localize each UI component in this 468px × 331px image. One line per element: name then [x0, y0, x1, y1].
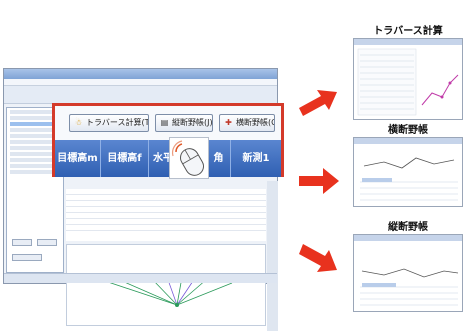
app-menubar[interactable]	[4, 79, 277, 86]
callout-button-row: ☃ トラバース計算(T) ▤ 縦断野帳(J) ✚ 横断野帳(O)	[61, 114, 275, 132]
traverse-calc-label: トラバース計算(T)	[86, 118, 149, 127]
app-titlebar	[4, 69, 277, 79]
traverse-calc-button[interactable]: ☃ トラバース計算(T)	[69, 114, 149, 132]
panel-title: 縦断野帳	[388, 222, 428, 233]
cross-icon: ✚	[225, 118, 232, 127]
traverse-result-panel: トラバース計算	[353, 26, 463, 120]
mouse-icon	[171, 140, 204, 176]
longitudinal-field-book-label: 縦断野帳(J)	[172, 118, 213, 127]
traverse-graph	[66, 244, 266, 326]
column-header[interactable]: 新測1	[231, 140, 281, 177]
chart-icon: ▤	[160, 118, 169, 127]
left-panel-button[interactable]	[37, 239, 57, 246]
app-toolbar[interactable]	[4, 86, 277, 104]
cross-section-field-book-label: 横断野帳(O)	[236, 118, 274, 127]
left-panel-button[interactable]	[12, 239, 32, 246]
panel-title: トラバース計算	[373, 26, 443, 37]
toolbar-zoom-callout: ☃ トラバース計算(T) ▤ 縦断野帳(J) ✚ 横断野帳(O) 目標高m 目標…	[52, 103, 284, 177]
cross-section-result-panel: 横断野帳	[353, 125, 463, 207]
data-grid[interactable]	[66, 189, 266, 241]
arrow-to-longitudinal-icon	[299, 244, 337, 272]
traverse-thumbnail-graphic	[357, 48, 459, 116]
table-row[interactable]	[66, 225, 266, 231]
cross-section-result-thumbnail	[353, 137, 463, 207]
panel-title: 横断野帳	[388, 125, 428, 136]
status-bar	[4, 273, 277, 283]
traverse-lines-graphic	[86, 274, 233, 307]
bell-icon: ☃	[74, 118, 83, 127]
traverse-result-thumbnail	[353, 38, 463, 120]
column-header[interactable]: 目標高m	[55, 140, 101, 177]
column-header-row: 目標高m 目標高f 水平 角 新測1	[55, 140, 281, 177]
column-header[interactable]: 目標高f	[101, 140, 149, 177]
right-tool-strip[interactable]	[267, 181, 278, 331]
column-header[interactable]: 角	[207, 140, 231, 177]
longitudinal-result-thumbnail	[353, 234, 463, 312]
cross-section-field-book-button[interactable]: ✚ 横断野帳(O)	[219, 114, 275, 132]
longitudinal-result-panel: 縦断野帳	[353, 222, 463, 312]
longitudinal-field-book-button[interactable]: ▤ 縦断野帳(J)	[155, 114, 213, 132]
cross-section-thumbnail-graphic	[360, 157, 458, 201]
longitudinal-thumbnail-graphic	[360, 268, 459, 306]
left-panel-button[interactable]	[12, 254, 42, 261]
arrow-to-cross-section-icon	[299, 168, 339, 194]
mouse-illustration	[169, 137, 209, 179]
arrow-to-traverse-icon	[299, 90, 337, 116]
